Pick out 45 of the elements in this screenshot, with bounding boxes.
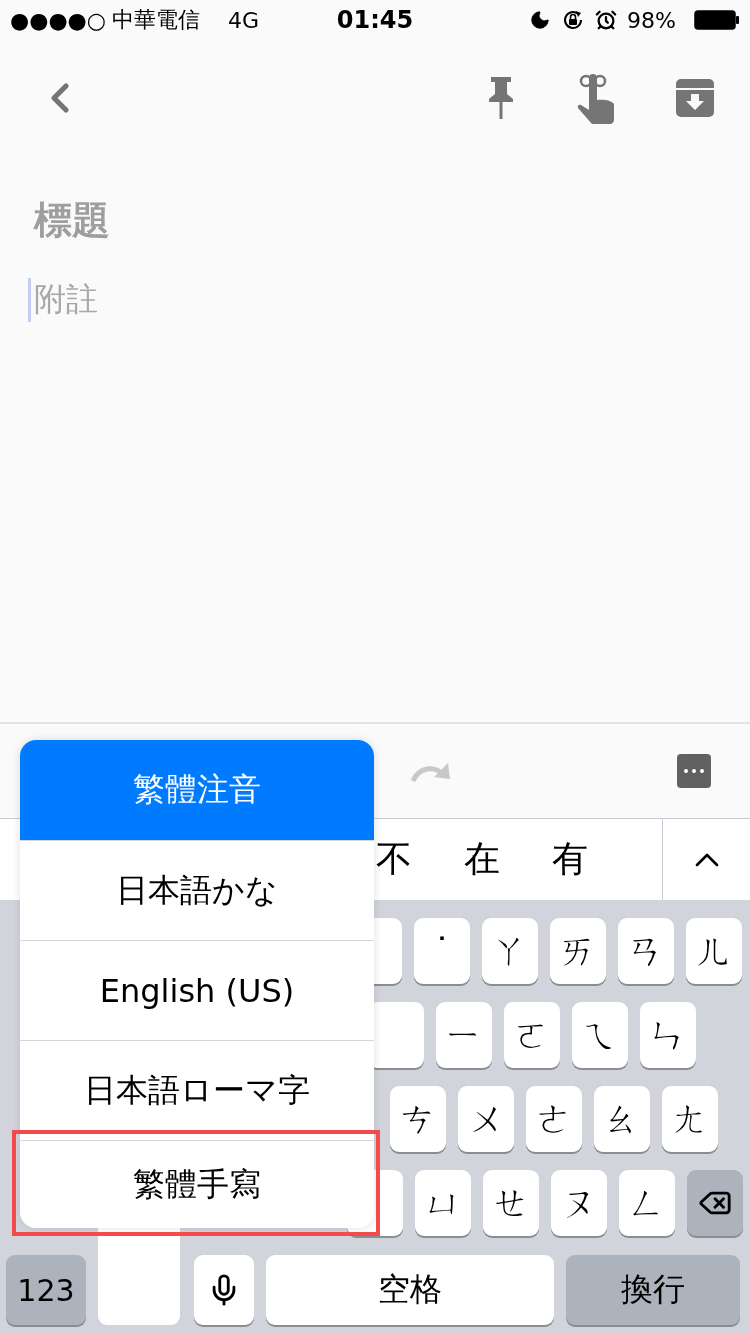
numbers-key[interactable]: 123 xyxy=(6,1255,86,1325)
text-cursor xyxy=(28,278,31,322)
keyboard-key[interactable]: ㄢ xyxy=(618,918,674,984)
battery-percent: 98% xyxy=(627,7,676,33)
language-option[interactable]: 繁體注音 xyxy=(20,740,374,840)
more-button[interactable] xyxy=(677,754,711,788)
pin-icon[interactable] xyxy=(488,76,514,119)
keyboard-key[interactable]: ㄜ xyxy=(526,1086,582,1152)
keyboard-switch-key[interactable] xyxy=(98,1225,180,1325)
more-icon xyxy=(684,769,704,773)
keyboard-key[interactable]: ㄥ xyxy=(619,1170,675,1236)
keyboard-key[interactable]: ㄚ xyxy=(482,918,538,984)
language-option[interactable]: 日本語かな xyxy=(20,840,374,940)
language-option[interactable]: 繁體手寫 xyxy=(20,1140,374,1228)
keyboard-key[interactable]: ㄧ xyxy=(436,1002,492,1068)
keyboard-key[interactable]: ㄩ xyxy=(415,1170,471,1236)
language-option[interactable]: English (US) xyxy=(20,940,374,1040)
carrier-name: 中華電信 xyxy=(112,6,200,34)
network-type: 4G xyxy=(228,7,260,33)
keyboard-key[interactable]: ㄤ xyxy=(662,1086,718,1152)
keyboard-key[interactable]: ㄝ xyxy=(483,1170,539,1236)
keyboard-key[interactable]: ㄛ xyxy=(504,1002,560,1068)
keyboard-key[interactable]: ㄘ xyxy=(390,1086,446,1152)
delete-key[interactable] xyxy=(687,1170,743,1236)
return-key[interactable]: 換行 xyxy=(566,1255,740,1325)
alarm-icon xyxy=(595,9,618,31)
keyboard-key[interactable]: ㄨ xyxy=(458,1086,514,1152)
clock-time: 01:45 xyxy=(336,6,414,34)
moon-icon xyxy=(529,9,552,31)
keyboard-key[interactable]: ㄡ xyxy=(551,1170,607,1236)
candidate-word[interactable]: 有 xyxy=(552,835,640,884)
space-key[interactable]: 空格 xyxy=(266,1255,554,1325)
keyboard-key[interactable]: ㄠ xyxy=(594,1086,650,1152)
candidate-word[interactable]: 不 xyxy=(376,835,464,884)
candidate-word[interactable]: 在 xyxy=(464,835,552,884)
keyboard-key[interactable]: ㄦ xyxy=(686,918,742,984)
mic-key[interactable] xyxy=(194,1255,254,1325)
keyboard-key[interactable]: ㄟ xyxy=(572,1002,628,1068)
battery-icon xyxy=(694,10,740,30)
keyboard-key[interactable]: ㄞ xyxy=(550,918,606,984)
language-option[interactable]: 日本語ローマ字 xyxy=(20,1040,374,1140)
archive-icon[interactable] xyxy=(676,78,714,117)
signal-dots: ●●●●○ xyxy=(10,7,106,33)
keyboard-key[interactable]: ˙ xyxy=(414,918,470,984)
keyboard-key[interactable]: ㄣ xyxy=(640,1002,696,1068)
